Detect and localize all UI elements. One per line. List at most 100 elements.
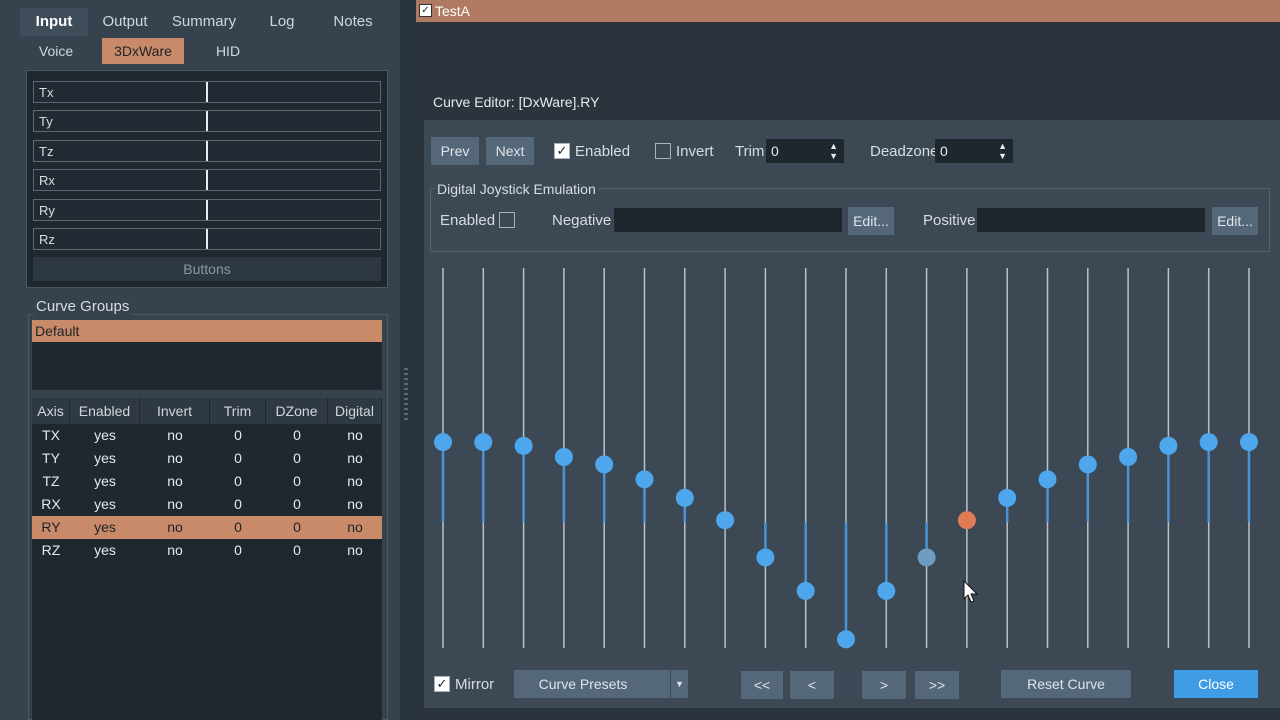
curve-point[interactable] <box>1240 433 1258 452</box>
last-point-button[interactable]: >> <box>915 671 959 699</box>
axis-bar-rx: Rx <box>33 169 381 191</box>
table-row[interactable]: TZ yes no 0 0 no <box>32 470 382 493</box>
table-row[interactable]: RY yes no 0 0 no <box>32 516 382 539</box>
trim-value: 0 <box>771 143 779 159</box>
table-cell: no <box>167 450 183 466</box>
column-header-digital[interactable]: Digital <box>328 398 382 424</box>
curve-groups-list[interactable]: Default <box>32 320 382 390</box>
curve-plot[interactable] <box>424 260 1280 660</box>
table-cell: no <box>347 450 363 466</box>
curve-presets-button[interactable]: Curve Presets <box>514 670 670 698</box>
curve-point-selected[interactable] <box>957 511 976 530</box>
first-point-button[interactable]: << <box>741 671 783 699</box>
invert-checkbox[interactable] <box>655 143 671 159</box>
splitter[interactable] <box>400 0 416 720</box>
curve-point[interactable] <box>635 470 654 489</box>
tab-log[interactable]: Log <box>248 8 316 36</box>
splitter-grip-icon[interactable] <box>404 368 408 420</box>
table-cell: 0 <box>293 473 301 489</box>
deadzone-spinbox[interactable]: 0 ▲ ▼ <box>935 139 1013 163</box>
table-cell: 0 <box>234 427 242 443</box>
curve-point[interactable] <box>554 448 573 466</box>
column-header-enabled[interactable]: Enabled <box>70 398 140 424</box>
mouse-cursor-icon <box>963 580 979 603</box>
table-cell: no <box>167 519 183 535</box>
tab-input[interactable]: Input <box>20 8 88 36</box>
test-checkbox[interactable]: ✓ <box>419 4 432 17</box>
curve-point[interactable] <box>474 433 493 452</box>
tab-output[interactable]: Output <box>90 8 160 36</box>
enabled-checkbox[interactable]: ✓ <box>554 143 570 159</box>
curve-point[interactable] <box>675 488 694 507</box>
trim-label: Trim <box>735 143 765 160</box>
table-row[interactable]: TY yes no 0 0 no <box>32 447 382 470</box>
axis-value-marker <box>206 82 208 102</box>
column-header-trim[interactable]: Trim <box>210 398 266 424</box>
test-header[interactable]: ✓ TestA <box>416 0 1280 22</box>
subtab-voice[interactable]: Voice <box>28 38 84 64</box>
mirror-label: Mirror <box>455 676 495 693</box>
axis-label: Rz <box>39 232 55 247</box>
curve-point[interactable] <box>998 488 1017 507</box>
curve-point[interactable] <box>917 548 936 567</box>
curve-point[interactable] <box>877 581 896 600</box>
axis-label: Rx <box>39 173 55 188</box>
table-cell: yes <box>94 427 116 443</box>
curve-point[interactable] <box>716 511 735 530</box>
negative-field[interactable] <box>614 208 842 232</box>
chevron-down-icon[interactable]: ▼ <box>670 670 688 698</box>
axis-bar-tx: Tx <box>33 81 381 103</box>
table-cell: no <box>347 496 363 512</box>
deadzone-label: Deadzone <box>870 143 939 160</box>
table-cell: yes <box>94 496 116 512</box>
spin-arrows-icon[interactable]: ▲ ▼ <box>998 141 1007 161</box>
table-cell: 0 <box>234 496 242 512</box>
curve-point[interactable] <box>837 630 855 649</box>
table-cell: 0 <box>234 542 242 558</box>
previous-point-button[interactable]: < <box>790 671 834 699</box>
curve-point[interactable] <box>1119 448 1138 466</box>
curve-sliders[interactable] <box>424 260 1280 660</box>
table-cell: 0 <box>234 519 242 535</box>
axis-label: Ty <box>39 114 53 129</box>
column-header-dzone[interactable]: DZone <box>266 398 328 424</box>
dje-enabled-checkbox[interactable] <box>499 212 515 228</box>
trim-spinbox[interactable]: 0 ▲ ▼ <box>766 139 844 163</box>
positive-field[interactable] <box>977 208 1205 232</box>
curve-point[interactable] <box>434 433 452 452</box>
column-header-invert[interactable]: Invert <box>140 398 210 424</box>
table-cell: 0 <box>293 542 301 558</box>
next-button[interactable]: Next <box>486 137 534 165</box>
curve-point[interactable] <box>595 455 614 474</box>
tab-notes[interactable]: Notes <box>318 8 388 36</box>
curve-point[interactable] <box>514 436 533 455</box>
curve-point[interactable] <box>1159 436 1178 455</box>
subtab-hid[interactable]: HID <box>200 38 256 64</box>
curve-group-item-default[interactable]: Default <box>32 320 382 342</box>
table-cell: 0 <box>293 427 301 443</box>
table-cell: yes <box>94 542 116 558</box>
column-header-axis[interactable]: Axis <box>32 398 70 424</box>
negative-edit-button[interactable]: Edit... <box>848 207 894 235</box>
curve-point[interactable] <box>1199 433 1218 452</box>
curve-point[interactable] <box>1038 470 1057 489</box>
table-cell: TZ <box>42 473 60 489</box>
prev-button[interactable]: Prev <box>431 137 479 165</box>
table-row[interactable]: RX yes no 0 0 no <box>32 493 382 516</box>
positive-edit-button[interactable]: Edit... <box>1212 207 1258 235</box>
close-button[interactable]: Close <box>1174 670 1258 698</box>
table-cell: RX <box>41 496 61 512</box>
table-row[interactable]: TX yes no 0 0 no <box>32 424 382 447</box>
subtab-3dxware[interactable]: 3DxWare <box>102 38 184 64</box>
table-cell: no <box>167 542 183 558</box>
curve-point[interactable] <box>796 581 815 600</box>
reset-curve-button[interactable]: Reset Curve <box>1001 670 1131 698</box>
spin-arrows-icon[interactable]: ▲ ▼ <box>829 141 838 161</box>
mirror-checkbox[interactable]: ✓ <box>434 676 450 692</box>
next-point-button[interactable]: > <box>862 671 906 699</box>
table-cell: TY <box>42 450 60 466</box>
curve-point[interactable] <box>756 548 775 567</box>
curve-point[interactable] <box>1078 455 1097 474</box>
table-row[interactable]: RZ yes no 0 0 no <box>32 539 382 562</box>
tab-summary[interactable]: Summary <box>162 8 246 36</box>
